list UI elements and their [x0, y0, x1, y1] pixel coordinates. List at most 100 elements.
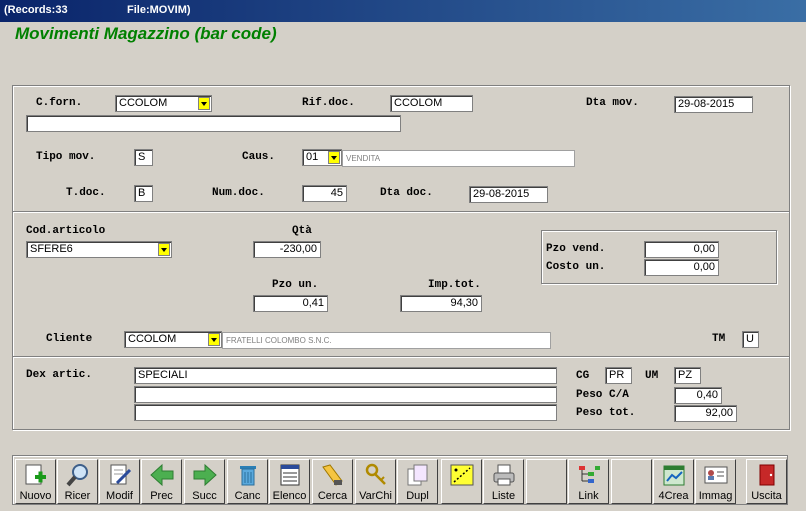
pzoun-field[interactable]: 0,41: [253, 295, 328, 312]
caus-dropdown-icon[interactable]: [328, 151, 340, 164]
caus-value: 01: [306, 151, 319, 163]
cerca-label: Cerca: [317, 490, 348, 502]
numdoc-label: Num.doc.: [212, 187, 265, 199]
elenco-button[interactable]: Elenco: [269, 459, 310, 504]
list-icon: [280, 464, 299, 486]
magnifier-icon: [65, 464, 88, 487]
varchi-label: VarChi: [359, 490, 392, 502]
flashlight-icon: [321, 464, 343, 486]
cforn-value: CCOLOM: [119, 97, 168, 109]
printer-icon: [493, 464, 514, 486]
imptot-field[interactable]: 94,30: [400, 295, 482, 312]
qta-label: Qtà: [292, 225, 312, 237]
succ-button[interactable]: Succ: [184, 459, 225, 504]
rifdoc-label: Rif.doc.: [302, 97, 355, 109]
elenco-label: Elenco: [272, 490, 307, 502]
tm-field[interactable]: U: [742, 331, 759, 348]
file-label: File:MOVIM): [127, 4, 191, 16]
cliente-description: FRATELLI COLOMBO S.N.C.: [222, 332, 551, 349]
liste-label: Liste: [491, 490, 516, 502]
pesotot-field[interactable]: 92,00: [674, 405, 737, 422]
edit-document-icon: [110, 464, 131, 485]
records-label: (Records:33: [4, 4, 68, 16]
dtamov-label: Dta mov.: [586, 97, 639, 109]
tipomov-field[interactable]: S: [134, 149, 153, 166]
imptot-label: Imp.tot.: [428, 279, 481, 291]
title-bar: (Records:33 File:MOVIM): [0, 0, 806, 22]
um-field[interactable]: PZ: [674, 367, 701, 384]
arrow-right-icon: [193, 463, 217, 487]
dupl-label: Dupl: [406, 490, 429, 502]
varchi-button[interactable]: VarChi: [355, 459, 396, 504]
nuovo-label: Nuovo: [19, 490, 52, 502]
rifdoc-field[interactable]: CCOLOM: [390, 95, 473, 112]
dexartic-label: Dex artic.: [26, 369, 93, 381]
liste-button[interactable]: Liste: [483, 459, 524, 504]
nuovo-button[interactable]: Nuovo: [15, 459, 56, 504]
caus-combo[interactable]: 01: [302, 149, 342, 166]
empty-button-1[interactable]: [526, 459, 567, 504]
ricer-label: Ricer: [64, 490, 91, 502]
pesoca-field[interactable]: 0,40: [674, 387, 722, 404]
ricer-button[interactable]: Ricer: [57, 459, 98, 504]
um-label: UM: [645, 370, 659, 382]
numdoc-field[interactable]: 45: [302, 185, 347, 202]
link-tree-icon: [578, 466, 600, 483]
crea4-button[interactable]: 4Crea: [653, 459, 694, 504]
arrow-left-icon: [149, 463, 173, 487]
barcode-button[interactable]: [441, 459, 482, 504]
id-card-icon: [704, 466, 727, 484]
costoun-label: Costo un.: [546, 261, 606, 273]
cforn-description-field[interactable]: [26, 115, 401, 132]
empty-button-2[interactable]: [611, 459, 652, 504]
caus-label: Caus.: [242, 151, 276, 163]
barcode-wand-icon: [450, 464, 473, 486]
pesotot-label: Peso tot.: [576, 407, 636, 419]
tdoc-field[interactable]: B: [134, 185, 153, 202]
dexartic-line1[interactable]: SPECIALI: [134, 367, 557, 384]
cg-field[interactable]: PR: [605, 367, 632, 384]
page-title: Movimenti Magazzino (bar code): [15, 24, 277, 43]
keys-icon: [365, 463, 386, 485]
cerca-button[interactable]: Cerca: [312, 459, 353, 504]
qta-field[interactable]: -230,00: [253, 241, 321, 258]
modif-label: Modif: [106, 490, 133, 502]
codart-combo[interactable]: SFERE6: [26, 241, 172, 258]
uscita-button[interactable]: Uscita: [746, 459, 787, 504]
crea4-label: 4Crea: [658, 490, 689, 502]
dexartic-line2[interactable]: [134, 386, 557, 403]
cforn-dropdown-icon[interactable]: [198, 97, 210, 110]
trash-icon: [239, 466, 256, 486]
codart-value: SFERE6: [30, 243, 73, 255]
cforn-combo[interactable]: CCOLOM: [115, 95, 212, 112]
canc-button[interactable]: Canc: [227, 459, 268, 504]
cliente-value: CCOLOM: [128, 333, 177, 345]
cliente-label: Cliente: [46, 333, 93, 345]
dtamov-field[interactable]: 29-08-2015: [674, 96, 753, 113]
exit-door-icon: [759, 464, 774, 486]
new-document-icon: [25, 464, 46, 485]
pesoca-label: Peso C/A: [576, 389, 629, 401]
dtadoc-field[interactable]: 29-08-2015: [469, 186, 548, 203]
tipomov-label: Tipo mov.: [36, 151, 96, 163]
immag-button[interactable]: Immag: [695, 459, 736, 504]
cliente-combo[interactable]: CCOLOM: [124, 331, 222, 348]
costoun-field[interactable]: 0,00: [644, 259, 719, 276]
separator-1: [13, 211, 789, 213]
prec-button[interactable]: Prec: [141, 459, 182, 504]
cg-label: CG: [576, 370, 590, 382]
dexartic-line3[interactable]: [134, 404, 557, 421]
duplicate-icon: [407, 464, 427, 486]
modif-button[interactable]: Modif: [99, 459, 140, 504]
pzovend-label: Pzo vend.: [546, 243, 606, 255]
cliente-dropdown-icon[interactable]: [208, 333, 220, 346]
codart-dropdown-icon[interactable]: [158, 243, 170, 256]
pzoun-label: Pzo un.: [272, 279, 319, 291]
dupl-button[interactable]: Dupl: [397, 459, 438, 504]
uscita-label: Uscita: [751, 490, 782, 502]
link-button[interactable]: Link: [568, 459, 609, 504]
pzovend-field[interactable]: 0,00: [644, 241, 719, 258]
immag-label: Immag: [698, 490, 733, 502]
tdoc-label: T.doc.: [66, 187, 106, 199]
prec-label: Prec: [150, 490, 173, 502]
